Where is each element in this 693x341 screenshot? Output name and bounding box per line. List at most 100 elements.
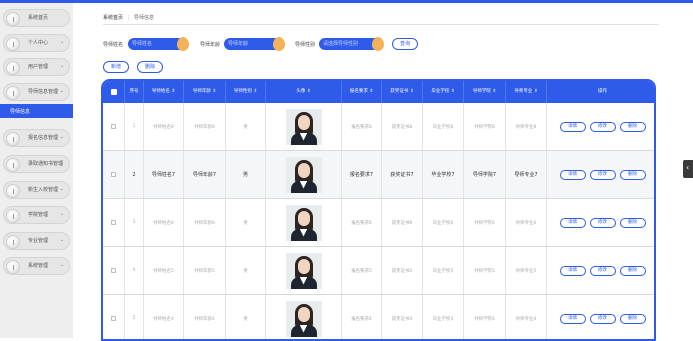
cell-operations[interactable]: 详情 修改 删除 (547, 199, 654, 246)
cell-certificate: 获奖证书8 (382, 103, 423, 150)
header-avatar[interactable]: 头像 ⇕ (266, 81, 342, 103)
table-row[interactable]: 3 导师姓名6 导师年龄6 男报名要求6 获奖证书6 毕业学校6 导师学院6 导师专业6 详情修… (103, 199, 654, 247)
age-filter-input[interactable]: 导师年龄 (224, 37, 285, 51)
checkbox[interactable] (111, 124, 116, 129)
delete-button[interactable]: 删除 (619, 217, 646, 228)
table-row[interactable]: 5 导师姓名4 导师年龄4 男报名要求4 获奖证书4 毕业学校4 导师学院4 导师专业4 详情修… (103, 295, 654, 339)
droplet-icon (372, 37, 384, 51)
collapse-panel-toggle[interactable] (683, 160, 693, 178)
checkbox[interactable] (111, 220, 116, 225)
edit-button[interactable]: 修改 (589, 217, 616, 228)
cell-index: 2 (125, 151, 144, 198)
breadcrumb-current: 导师信息 (134, 15, 155, 21)
avatar-face (297, 306, 310, 322)
cell-operations[interactable]: 详情 修改 删除 (547, 151, 654, 198)
cell-school: 毕业学校7 (423, 151, 464, 198)
power-icon (6, 260, 20, 274)
sidebar-item-tutor-info[interactable]: 导师信息管理 ⌄ (3, 83, 70, 101)
avatar (285, 204, 322, 241)
delete-button[interactable]: 删除 (619, 169, 646, 180)
sidebar-item-profile[interactable]: 个人中心 ⌄ (3, 34, 70, 52)
delete-button[interactable]: 删除 (619, 313, 646, 324)
detail-button[interactable]: 详情 (559, 217, 586, 228)
table-row[interactable]: 1 导师姓名8 导师年龄8 男报名要求8 获奖证书8 毕业学校8 导师学院8 导师专业8 详情修… (103, 103, 654, 151)
delete-button[interactable]: 删除 (619, 265, 646, 276)
row-select-checkbox[interactable] (103, 247, 125, 294)
add-button[interactable]: 新增 (103, 61, 129, 73)
avatar-face (297, 210, 310, 226)
cell-age: 导师年龄7 (184, 151, 226, 198)
power-icon (6, 184, 20, 198)
bulk-delete-button[interactable]: 删除 (137, 61, 163, 73)
cell-name: 导师姓名6 (144, 199, 184, 246)
table-row[interactable]: 4 导师姓名5 导师年龄5 男报名要求5 获奖证书5 毕业学校5 导师学院5 导师专业5 详情修… (103, 247, 654, 295)
gender-filter-label: 导师性别 (295, 42, 316, 48)
row-select-checkbox[interactable] (103, 103, 125, 150)
header-requirement[interactable]: 报名要求 ⇕ (342, 81, 382, 103)
select-all-checkbox[interactable] (111, 89, 117, 95)
sidebar-subitem-label: 导师信息 (10, 109, 31, 115)
chevron-down-icon: ⌄ (59, 160, 64, 166)
cell-requirement: 报名要求8 (342, 103, 382, 150)
cell-requirement: 报名要求7 (342, 151, 382, 198)
header-name[interactable]: 导师姓名 ⇕ (144, 81, 184, 103)
sidebar-item-users[interactable]: 用户管理 ⌄ (3, 58, 70, 76)
edit-button[interactable]: 修改 (589, 265, 616, 276)
cell-school: 毕业学校8 (423, 103, 464, 150)
cell-school: 毕业学校5 (423, 247, 464, 294)
checkbox[interactable] (111, 268, 116, 273)
name-filter-input[interactable]: 导师姓名 (128, 37, 189, 51)
sidebar-item-freshmen[interactable]: 新生入校管理 ⌄ (3, 181, 70, 199)
sidebar-item-system[interactable]: 系统管理 ⌄ (3, 257, 70, 275)
checkbox[interactable] (111, 172, 116, 177)
cell-operations[interactable]: 详情 修改 删除 (547, 247, 654, 294)
sidebar-item-home[interactable]: 系统首页 (3, 9, 70, 27)
cell-avatar (266, 247, 342, 294)
table-row[interactable]: 2 导师姓名7 导师年龄7 男报名要求7 获奖证书7 毕业学校7 导师学院7 导师专业7 详情修… (103, 151, 654, 199)
header-school[interactable]: 毕业学校 ⇕ (423, 81, 464, 103)
power-icon (6, 132, 20, 146)
sidebar-item-admission[interactable]: 录取通知书管理 ⌄ (3, 155, 70, 173)
cell-gender: 男 (226, 199, 266, 246)
cell-major: 导师专业6 (506, 199, 547, 246)
sidebar-subitem-tutor-info[interactable]: 导师信息 (0, 104, 73, 118)
gender-filter-select[interactable]: 请选择导师性别 (319, 37, 384, 51)
detail-button[interactable]: 详情 (559, 169, 586, 180)
sidebar-item-label: 用户管理 (28, 64, 49, 70)
cell-name: 导师姓名7 (144, 151, 184, 198)
edit-button[interactable]: 修改 (589, 313, 616, 324)
row-select-checkbox[interactable] (103, 151, 125, 198)
header-gender[interactable]: 导师性别 ⇕ (226, 81, 266, 103)
search-button[interactable]: 查询 (392, 38, 418, 50)
breadcrumb-home[interactable]: 系统首页 (103, 15, 123, 21)
chevron-down-icon: ⌄ (59, 134, 64, 140)
cell-operations[interactable]: 详情 修改 删除 (547, 103, 654, 150)
header-college[interactable]: 导师学院 ⇕ (464, 81, 506, 103)
sidebar-item-college[interactable]: 学院管理 ⌄ (3, 206, 70, 224)
cell-gender: 男 (226, 247, 266, 294)
cell-age: 导师年龄6 (184, 199, 226, 246)
header-select-all[interactable] (103, 81, 125, 103)
detail-button[interactable]: 详情 (559, 121, 586, 132)
avatar (285, 156, 322, 193)
cell-college: 导师学院4 (464, 295, 506, 339)
detail-button[interactable]: 详情 (559, 313, 586, 324)
avatar-face (297, 162, 310, 178)
sidebar-item-enroll[interactable]: 报名信息管理 ⌄ (3, 129, 70, 147)
cell-index: 4 (125, 247, 144, 294)
delete-button[interactable]: 删除 (619, 121, 646, 132)
detail-button[interactable]: 详情 (559, 265, 586, 276)
header-certificate[interactable]: 获奖证书 ⇕ (382, 81, 423, 103)
row-select-checkbox[interactable] (103, 199, 125, 246)
cell-requirement: 报名要求5 (342, 247, 382, 294)
sidebar-item-label: 录取通知书管理 (28, 161, 64, 167)
sidebar-item-major[interactable]: 专业管理 ⌄ (3, 232, 70, 250)
edit-button[interactable]: 修改 (589, 169, 616, 180)
edit-button[interactable]: 修改 (589, 121, 616, 132)
row-select-checkbox[interactable] (103, 295, 125, 339)
cell-gender: 男 (226, 295, 266, 339)
cell-operations[interactable]: 详情 修改 删除 (547, 295, 654, 339)
header-age[interactable]: 导师年龄 ⇕ (184, 81, 226, 103)
header-major[interactable]: 导师专业 ⇕ (506, 81, 547, 103)
checkbox[interactable] (111, 316, 116, 321)
